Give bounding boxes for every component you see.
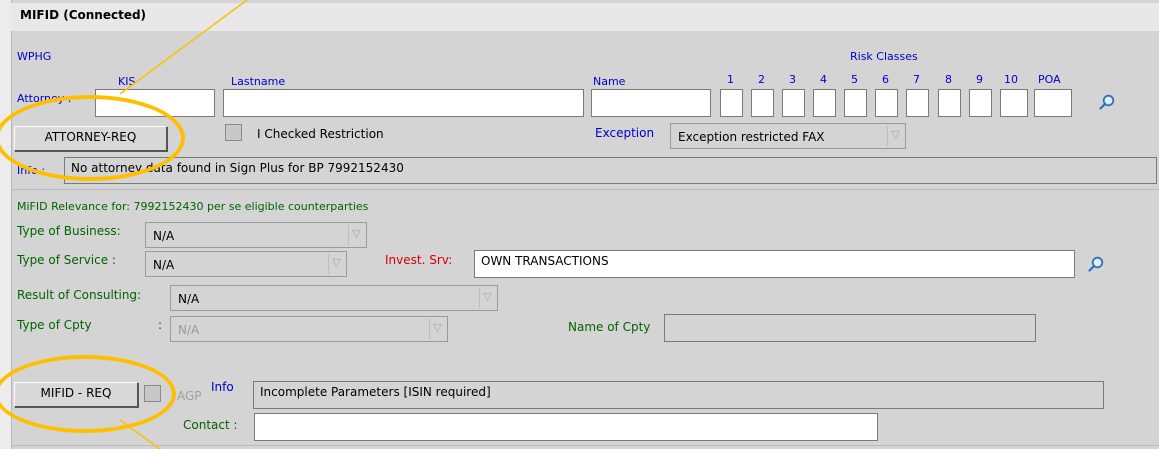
annotation-pointer-line-top — [119, 0, 248, 95]
mifid-panel: MIFID (Connected) WPHG Risk Classes KIS … — [0, 0, 1159, 449]
annotation-overlay — [119, 0, 248, 449]
annotation-pointer-line-bottom — [119, 419, 161, 449]
